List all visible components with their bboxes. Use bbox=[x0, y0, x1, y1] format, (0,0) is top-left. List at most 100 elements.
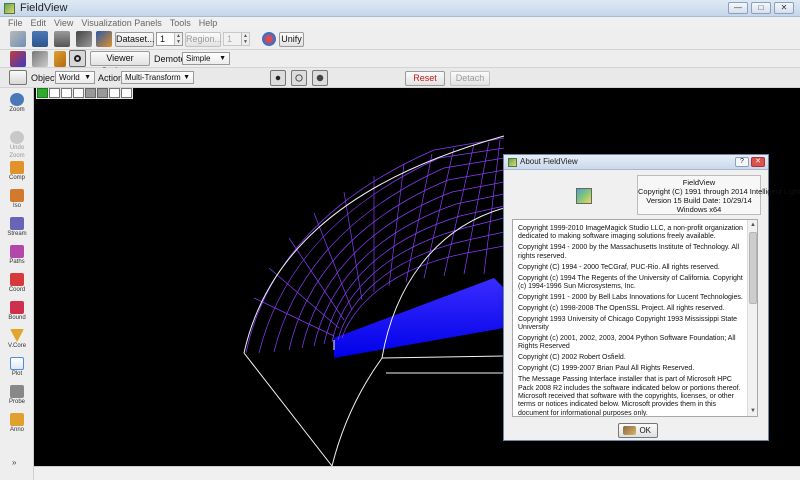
stream-icon bbox=[10, 217, 24, 230]
paths-label: Paths bbox=[9, 259, 25, 265]
bound-label: Bound bbox=[8, 315, 26, 321]
menu-tools[interactable]: Tools bbox=[166, 17, 195, 29]
menu-visualization-panels[interactable]: Visualization Panels bbox=[77, 17, 165, 29]
region-value: 1 bbox=[227, 34, 233, 44]
about-dialog-titlebar: About FieldView ? ✕ bbox=[504, 155, 768, 170]
product-copyright: Copyright (C) 1991 through 2014 Intellig… bbox=[638, 187, 800, 196]
record-circle-icon bbox=[74, 55, 81, 62]
unify-button[interactable]: Unify bbox=[279, 32, 304, 47]
rotate-icon[interactable] bbox=[291, 70, 307, 86]
vcore-icon bbox=[10, 329, 24, 342]
notice-text: Copyright (C) 1999-2007 Brian Paul All R… bbox=[518, 365, 695, 373]
translate-icon[interactable] bbox=[270, 70, 286, 86]
window-controls: — □ ✕ bbox=[728, 2, 794, 14]
minimize-button[interactable]: — bbox=[728, 2, 748, 14]
status-bar bbox=[34, 466, 800, 480]
dataset-spinbox[interactable]: 1 ▲ ▼ bbox=[156, 32, 183, 46]
iso-label: Iso bbox=[12, 203, 21, 209]
stream-tool[interactable]: Stream bbox=[2, 217, 32, 238]
close-button[interactable]: ✕ bbox=[774, 2, 794, 14]
fieldview-app-icon bbox=[4, 3, 15, 14]
scroll-thumb[interactable] bbox=[749, 232, 757, 304]
stream-label: Stream bbox=[7, 231, 27, 237]
comp-tool[interactable]: Comp bbox=[2, 161, 32, 182]
dataset-spin-arrows[interactable]: ▲ ▼ bbox=[174, 33, 182, 45]
region-button[interactable]: Region... bbox=[185, 32, 222, 47]
menu-edit[interactable]: Edit bbox=[27, 17, 51, 29]
zoom-tool[interactable]: Zoom bbox=[2, 93, 32, 114]
comp-label: Comp bbox=[8, 175, 25, 181]
paths-icon bbox=[10, 245, 24, 258]
ok-button[interactable]: OK bbox=[618, 423, 658, 438]
vcore-label: V.Core bbox=[7, 343, 27, 349]
coord-tool[interactable]: Coord bbox=[2, 273, 32, 294]
script-icon[interactable] bbox=[76, 31, 92, 47]
reset-button[interactable]: Reset bbox=[405, 71, 445, 86]
notice-text: Copyright 1991 - 2000 by Bell Labs Innov… bbox=[518, 293, 743, 301]
sync-arrows-icon[interactable] bbox=[9, 70, 27, 85]
region-spinbox[interactable]: 1 ▲ ▼ bbox=[223, 32, 250, 46]
coord-icon bbox=[10, 273, 24, 286]
iso-tool[interactable]: Iso bbox=[2, 189, 32, 210]
layout-icon[interactable] bbox=[10, 51, 26, 67]
plot-tool[interactable]: Plot bbox=[2, 357, 32, 378]
paths-tool[interactable]: Paths bbox=[2, 245, 32, 266]
anno-tool[interactable]: Anno bbox=[2, 413, 32, 434]
copyright-notices: Copyright 1999-2010 ImageMagick Studio L… bbox=[518, 225, 748, 417]
viewer-options-button[interactable]: Viewer Options... bbox=[90, 51, 150, 76]
open-file-icon[interactable] bbox=[10, 31, 26, 47]
dataset-button[interactable]: Dataset... bbox=[115, 32, 155, 47]
maximize-button[interactable]: □ bbox=[751, 2, 771, 14]
notice-text: Copyright (C) 2002 Robert Osfield. bbox=[518, 354, 626, 362]
vcore-tool[interactable]: V.Core bbox=[2, 329, 32, 350]
left-tool-panel: Zoom Undo Zoom Comp Iso Stream Paths Coo… bbox=[0, 88, 34, 480]
scroll-up-icon[interactable]: ▲ bbox=[749, 221, 757, 229]
probe-tool[interactable]: Probe bbox=[2, 385, 32, 406]
object-select[interactable]: World ▼ bbox=[55, 71, 95, 84]
probe-label: Probe bbox=[8, 399, 25, 405]
demote-value: Simple bbox=[186, 54, 211, 63]
notice-text: The Message Passing Interface installer … bbox=[518, 376, 741, 417]
object-value: World bbox=[59, 73, 80, 82]
notice-text: Copyright 1994 - 2000 by the Massachuset… bbox=[518, 244, 740, 260]
save-icon[interactable] bbox=[32, 31, 48, 47]
scroll-down-icon[interactable]: ▼ bbox=[749, 407, 757, 415]
restart-icon[interactable] bbox=[96, 31, 112, 47]
probe-icon bbox=[10, 385, 24, 398]
region-spin-arrows[interactable]: ▲ ▼ bbox=[241, 33, 249, 45]
action-value: Multi-Transform bbox=[125, 73, 181, 82]
chevron-down-icon: ▼ bbox=[219, 55, 226, 62]
undo-zoom-icon bbox=[10, 131, 24, 144]
unify-globe-icon[interactable] bbox=[262, 32, 276, 46]
print-icon[interactable] bbox=[54, 31, 70, 47]
grid-icon[interactable] bbox=[32, 51, 48, 67]
main-toolbar: Dataset... 1 ▲ ▼ Region... 1 ▲ ▼ Unify bbox=[0, 29, 800, 50]
comp-icon bbox=[10, 161, 24, 174]
menu-view[interactable]: View bbox=[50, 17, 77, 29]
notices-scrollbar[interactable]: ▲ ▼ bbox=[747, 220, 757, 416]
menu-file[interactable]: File bbox=[4, 17, 27, 29]
help-button[interactable]: ? bbox=[735, 157, 749, 167]
undo-zoom-label: Undo Zoom bbox=[9, 145, 25, 159]
notice-text: Copyright 1999-2010 ImageMagick Studio L… bbox=[518, 225, 743, 241]
chevron-down-icon: ▼ bbox=[84, 74, 91, 81]
expand-chevron-icon[interactable]: » bbox=[12, 458, 16, 467]
detach-button[interactable]: Detach bbox=[450, 71, 490, 86]
pointer-icon[interactable] bbox=[54, 51, 66, 67]
viewer-toolbar: Viewer Options... Demote: Simple ▼ bbox=[0, 50, 800, 76]
action-select[interactable]: Multi-Transform ▼ bbox=[121, 71, 194, 84]
product-platform: Windows x64 bbox=[676, 205, 722, 214]
menu-bar: File Edit View Visualization Panels Tool… bbox=[0, 17, 800, 29]
ok-label: OK bbox=[639, 426, 651, 435]
notice-text: Copyright 1993 University of Chicago Cop… bbox=[518, 315, 738, 332]
close-button[interactable]: ✕ bbox=[751, 157, 765, 167]
scale-icon[interactable] bbox=[312, 70, 328, 86]
record-toggle-icon[interactable] bbox=[69, 50, 86, 67]
bound-tool[interactable]: Bound bbox=[2, 301, 32, 322]
window-title: FieldView bbox=[20, 2, 68, 14]
menu-help[interactable]: Help bbox=[195, 17, 222, 29]
demote-select[interactable]: Simple ▼ bbox=[182, 52, 230, 65]
anno-label: Anno bbox=[9, 427, 24, 433]
copyright-notices-box[interactable]: Copyright 1999-2010 ImageMagick Studio L… bbox=[512, 219, 758, 417]
undo-zoom-tool[interactable]: Undo Zoom bbox=[2, 131, 32, 160]
